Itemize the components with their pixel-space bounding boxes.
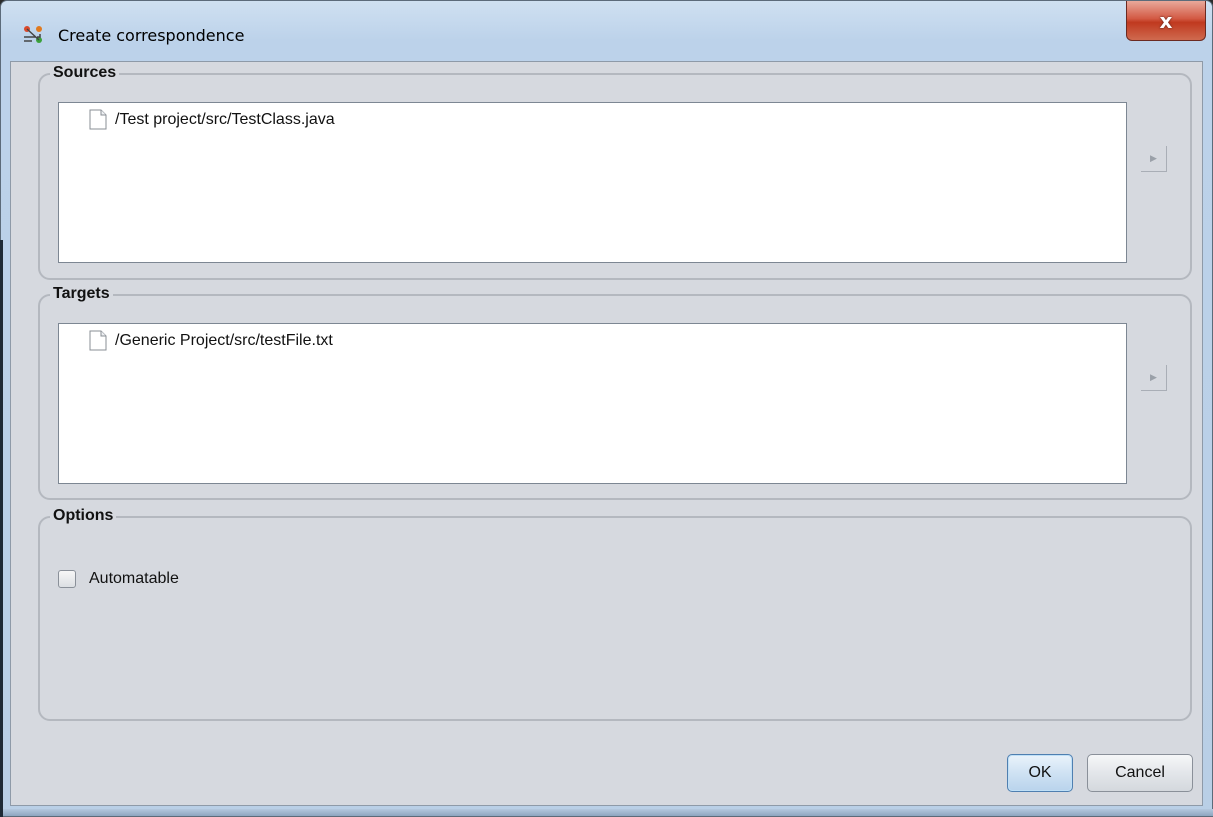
window-bottom-border [1,809,1213,816]
arrow-right-icon: ▶ [1150,153,1157,163]
sources-group: Sources /Test project/src/TestClass.java… [38,63,1192,280]
cancel-button[interactable]: Cancel [1087,754,1193,792]
targets-list[interactable]: /Generic Project/src/testFile.txt [58,323,1127,484]
background-edge [0,240,3,817]
automatable-label: Automatable [89,570,179,587]
cancel-button-label: Cancel [1115,764,1165,781]
close-button[interactable]: x [1126,1,1206,41]
arrow-right-icon: ▶ [1150,372,1157,382]
list-item[interactable]: /Test project/src/TestClass.java [89,109,335,130]
file-icon [89,109,107,130]
list-item-label: /Generic Project/src/testFile.txt [115,331,333,349]
targets-add-arrow-button[interactable]: ▶ [1141,365,1167,391]
automatable-option[interactable]: Automatable [58,570,179,588]
file-icon [89,330,107,351]
ok-button[interactable]: OK [1007,754,1073,792]
create-correspondence-app-icon [24,26,42,43]
ok-button-label: OK [1028,764,1052,781]
options-group-title: Options [50,506,117,526]
automatable-checkbox[interactable] [58,570,76,588]
sources-add-arrow-button[interactable]: ▶ [1141,146,1167,172]
window-title: Create correspondence [58,26,245,45]
targets-group-title: Targets [50,284,113,304]
list-item[interactable]: /Generic Project/src/testFile.txt [89,330,333,351]
dialog-content: Sources /Test project/src/TestClass.java… [10,61,1203,806]
title-bar[interactable]: Create correspondence x [1,1,1212,61]
sources-group-title: Sources [50,63,120,83]
list-item-label: /Test project/src/TestClass.java [115,110,335,128]
targets-group: Targets /Generic Project/src/testFile.tx… [38,284,1192,500]
dialog-window: Create correspondence x Sources /Test pr… [0,0,1213,817]
close-icon: x [1159,8,1173,33]
sources-list[interactable]: /Test project/src/TestClass.java [58,102,1127,263]
options-group: Options [38,506,1192,721]
